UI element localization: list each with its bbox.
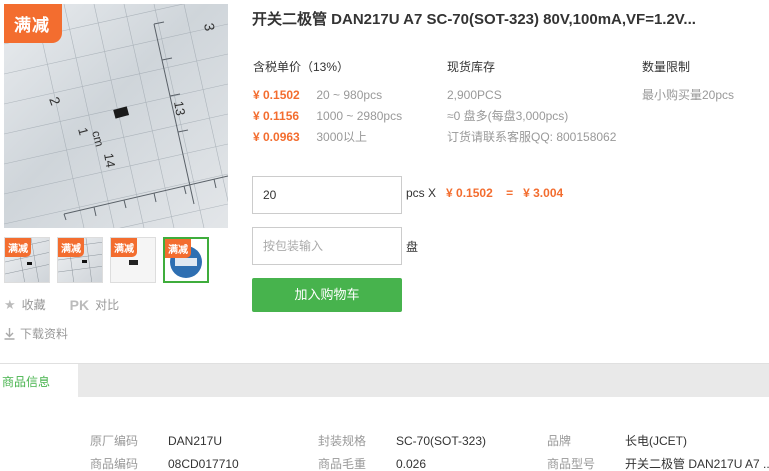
- thumbnail[interactable]: 满减: [110, 237, 156, 283]
- spec-key: 封装规格: [318, 434, 367, 448]
- price-calculation: pcs X ¥ 0.1502 = ¥ 3.004: [406, 186, 563, 200]
- spec-key: 商品毛重: [318, 457, 367, 471]
- spec-key: 品牌: [547, 434, 572, 448]
- thumbnail[interactable]: 满减: [57, 237, 103, 283]
- spec-value: DAN217U: [168, 434, 223, 448]
- equals-sign: =: [506, 186, 514, 200]
- product-title: 开关二极管 DAN217U A7 SC-70(SOT-323) 80V,100m…: [252, 11, 696, 28]
- spec-value: 0.026: [396, 457, 427, 471]
- ruler-number: 2: [46, 95, 64, 108]
- thumbnail-selected[interactable]: 满减: [163, 237, 209, 283]
- spec-item: 商品型号 开关二极管 DAN217U A7 ...: [547, 455, 769, 471]
- min-order: 最小购买量20pcs: [642, 88, 735, 102]
- ruler-number: 1: [75, 126, 91, 137]
- pk-icon[interactable]: PK: [70, 297, 89, 313]
- spec-value: SC-70(SOT-323): [396, 434, 487, 448]
- tier-range: 3000以上: [316, 130, 368, 144]
- price-header: 含税单价（13%）: [253, 60, 350, 74]
- tier-price: ¥ 0.1156: [253, 109, 300, 123]
- total-price: ¥ 3.004: [523, 186, 564, 200]
- unit-price: ¥ 0.1502: [446, 186, 493, 200]
- stock-contact: 订货请联系客服QQ: 800158062: [447, 130, 617, 144]
- price-tier: ¥ 0.0963 3000以上: [253, 127, 402, 148]
- tier-range: 20 ~ 980pcs: [316, 88, 383, 102]
- star-icon[interactable]: ★: [4, 297, 16, 313]
- reel-unit: 盘: [406, 240, 419, 254]
- download-icon: [4, 327, 15, 340]
- spec-item: 商品编码 08CD017710: [90, 455, 239, 471]
- promo-tag: 满减: [4, 4, 62, 43]
- download-label: 下载资料: [20, 327, 69, 341]
- price-tier: ¥ 0.1502 20 ~ 980pcs: [253, 85, 402, 106]
- spec-item: 原厂编码 DAN217U: [90, 432, 222, 449]
- ruler-number: 14: [101, 152, 118, 169]
- thumbnail-promo-tag: 满减: [111, 238, 137, 257]
- stock-quantity: 2,900PCS: [447, 88, 502, 102]
- thumbnail-strip: 满减 满减 满减 满减: [4, 237, 209, 283]
- reel-quantity-input[interactable]: 按包装输入: [252, 227, 402, 265]
- info-tab-bar: 商品信息: [0, 363, 769, 398]
- ruler-number: cm: [89, 129, 107, 148]
- thumbnail-promo-tag: 满减: [5, 238, 31, 257]
- spec-value: 开关二极管 DAN217U A7 ...: [625, 457, 769, 471]
- price-tier: ¥ 0.1156 1000 ~ 2980pcs: [253, 106, 402, 127]
- spec-item: 商品毛重 0.026: [318, 455, 426, 471]
- tier-price: ¥ 0.1502: [253, 88, 300, 102]
- stock-reels: ≈0 盘多(每盘3,000pcs): [447, 109, 569, 123]
- thumbnail[interactable]: 满减: [4, 237, 50, 283]
- quantity-input[interactable]: 20: [252, 176, 402, 214]
- favorite-link[interactable]: 收藏: [22, 296, 46, 313]
- download-link[interactable]: 下载资料: [4, 325, 68, 342]
- tab-product-info[interactable]: 商品信息: [0, 364, 78, 398]
- stock-column: 现货库存 2,900PCS ≈0 盘多(每盘3,000pcs) 订货请联系客服Q…: [447, 58, 616, 148]
- limit-column: 数量限制 最小购买量20pcs: [642, 58, 734, 106]
- spec-key: 原厂编码: [90, 434, 139, 448]
- main-product-image[interactable]: 2 3 1 cm 14 13 满减: [4, 4, 228, 228]
- add-to-cart-button[interactable]: 加入购物车: [252, 278, 402, 312]
- spec-key: 商品编码: [90, 457, 139, 471]
- meta-actions: ★ 收藏 PK 对比: [4, 296, 119, 313]
- ruler-number: 13: [171, 100, 188, 117]
- spec-value: 08CD017710: [168, 457, 239, 471]
- spec-item: 品牌 长电(JCET): [547, 432, 687, 449]
- spec-item: 封装规格 SC-70(SOT-323): [318, 432, 486, 449]
- spec-key: 商品型号: [547, 457, 596, 471]
- tier-range: 1000 ~ 2980pcs: [316, 109, 403, 123]
- price-column: 含税单价（13%） ¥ 0.1502 20 ~ 980pcs ¥ 0.1156 …: [253, 58, 402, 148]
- chip-component: [113, 106, 130, 119]
- compare-link[interactable]: 对比: [95, 296, 119, 313]
- spec-value: 长电(JCET): [625, 434, 687, 448]
- ruler-number: 3: [201, 22, 218, 33]
- stock-header: 现货库存: [447, 60, 496, 74]
- limit-header: 数量限制: [642, 60, 691, 74]
- thumbnail-promo-tag: 满减: [58, 238, 84, 257]
- thumbnail-promo-tag: 满减: [165, 239, 191, 258]
- qty-unit: pcs X: [406, 186, 437, 200]
- tier-price: ¥ 0.0963: [253, 130, 300, 144]
